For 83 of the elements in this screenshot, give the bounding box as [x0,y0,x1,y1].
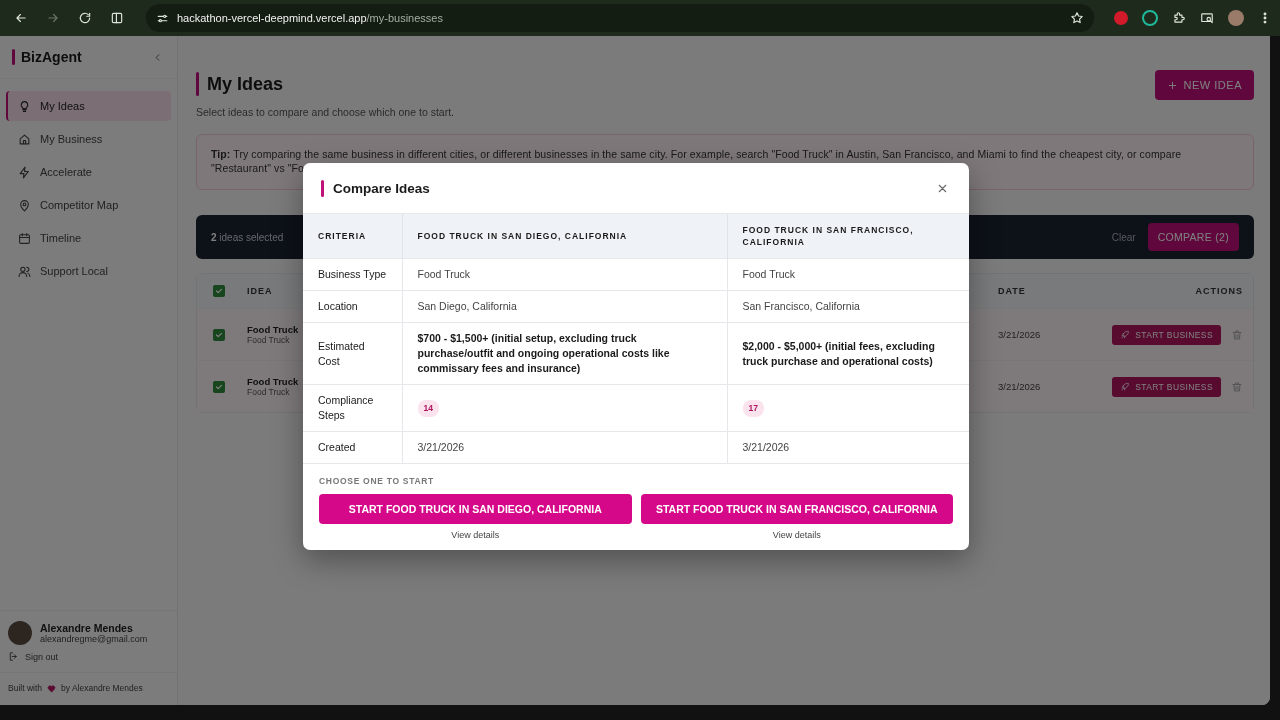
footer-text: by Alexandre Mendes [61,683,143,693]
checkbox[interactable] [213,285,225,297]
start-idea-button[interactable]: START FOOD TRUCK IN SAN FRANCISCO, CALIFORNIA [640,494,953,524]
rocket-icon [1120,329,1131,340]
column-header: CRITERIA [303,214,402,259]
table-cell: San Francisco, California [727,290,969,323]
count-badge: 14 [417,399,439,417]
selection-count: 2 ideas selected [211,231,284,243]
puzzle-icon[interactable] [1172,11,1186,25]
view-details-link[interactable]: View details [451,530,500,540]
title-accent-bar [196,72,199,96]
table-cell: San Diego, California [402,290,727,323]
idea-type: Food Truck [247,387,290,397]
footer-text: Built with [8,683,42,693]
user-avatar [8,621,32,645]
star-icon[interactable] [1070,11,1084,25]
reload-icon[interactable] [78,11,92,25]
sidebar-item[interactable]: Accelerate [6,157,171,187]
table-cell: Food Truck [402,258,727,291]
checkbox[interactable] [213,380,225,393]
page-subtitle: Select ideas to compare and choose which one to start. [196,106,454,118]
column-header: IDEA [247,286,274,296]
criteria-label: Business Type [303,258,402,291]
new-idea-button[interactable]: NEW IDEA [1154,70,1254,100]
map-pin-icon [18,198,31,212]
lightning-icon [18,165,31,179]
start-business-button[interactable]: START BUSINESS [1112,324,1221,345]
start-business-button[interactable]: START BUSINESS [1112,376,1221,397]
calendar-icon [18,231,31,245]
rocket-icon [1120,381,1131,392]
date-cell-text: 3/21/2026 [998,329,1042,340]
checkmark-icon [214,286,224,296]
page-title: My Ideas [207,73,284,95]
user-name: Alexandre Mendes [40,622,134,634]
lightbulb-icon [18,99,31,113]
profile-avatar[interactable] [1228,10,1244,26]
criteria-label: Location [303,290,402,323]
sidebar-item[interactable]: My Ideas [6,91,171,121]
sign-out-link[interactable]: Sign out [8,651,169,662]
column-header: ACTIONS [1194,286,1243,296]
plus-icon [1166,79,1178,91]
brand-name: BizAgent [21,49,83,65]
url-text: hackathon-vercel-deepmind.vercel.app/my-businesses [177,12,443,24]
address-bar[interactable]: hackathon-vercel-deepmind.vercel.app/my-businesses [146,4,1094,32]
sign-out-icon [8,651,19,662]
table-cell: $2,000 - $5,000+ (initial fees, excluding truck purchase and operational costs) [727,322,969,385]
table-cell: Food Truck [727,258,969,291]
sidebar-item[interactable]: My Business [6,124,171,154]
compare-button[interactable]: COMPARE (2) [1147,223,1239,251]
tip-text: Tip: Try comparing the same business in different cities, or different businesses in the same city. For example, search "Food Truck" in Austin, San Francisco, and Miami to find the cheapest city, or compare "Restaurant" vs "Fo [211,147,1183,175]
table-cell: $700 - $1,500+ (initial setup, excluding truck purchase/outfit and ongoing operational costs like commissary fees and insurance) [402,322,727,385]
clear-link[interactable]: Clear [1111,231,1136,243]
back-icon[interactable] [14,11,28,25]
sidebar-item[interactable]: Timeline [6,223,171,253]
criteria-label: Compliance Steps [303,384,402,432]
count-badge: 17 [742,399,764,417]
brand-accent-bar [12,49,15,65]
view-details-link[interactable]: View details [772,530,821,540]
idea-title: Food Truck [247,324,299,335]
table-cell: 3/21/2026 [402,431,727,463]
table-cell: 3/21/2026 [727,431,969,463]
sidebar-item[interactable]: Support Local [6,256,171,286]
house-icon [18,132,31,146]
sidebar-icon[interactable] [110,11,124,25]
idea-type: Food Truck [247,335,290,345]
title-accent-bar [321,179,324,197]
checkbox[interactable] [213,328,225,341]
heart-icon [47,683,56,693]
start-idea-button[interactable]: START FOOD TRUCK IN SAN DIEGO, CALIFORNIA [319,494,632,524]
user-email: alexandregme@gmail.com [40,634,148,644]
sidebar-item[interactable]: Competitor Map [6,190,171,220]
criteria-label: Estimated Cost [303,322,402,385]
section-label: CHOOSE ONE TO START [319,476,435,486]
tab-search-icon[interactable] [1200,11,1214,25]
column-header: DATE [998,286,1027,296]
extension-icon[interactable] [1142,10,1158,26]
criteria-label: Created [303,431,402,463]
idea-title: Food Truck [247,376,299,387]
date-cell-text: 3/21/2026 [998,381,1042,392]
column-header: FOOD TRUCK IN SAN FRANCISCO, CALIFORNIA [727,214,969,259]
column-header: FOOD TRUCK IN SAN DIEGO, CALIFORNIA [402,214,727,259]
people-icon [18,264,31,278]
modal-title: Compare Ideas [333,180,431,196]
